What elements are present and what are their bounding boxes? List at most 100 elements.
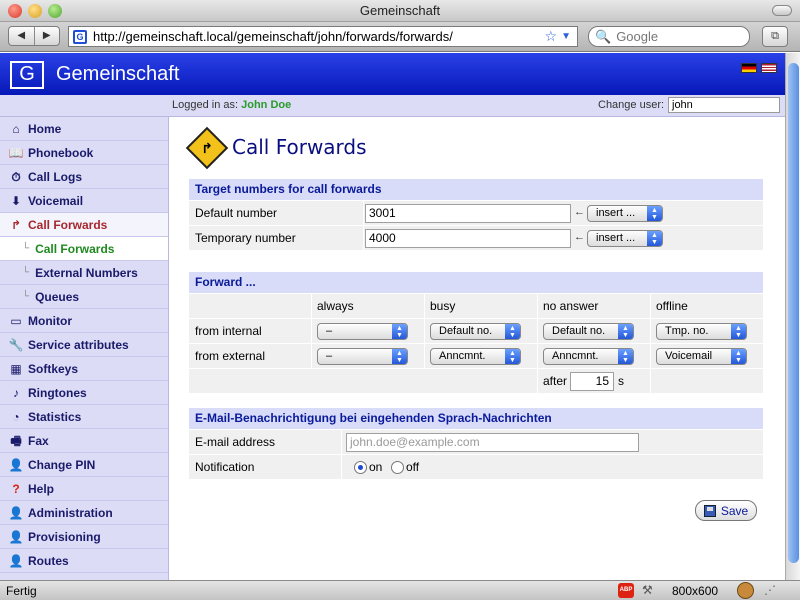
- greasemonkey-icon[interactable]: [737, 582, 754, 599]
- temporary-number-insert-select[interactable]: insert ... ▲ ▼: [587, 230, 663, 247]
- timeout-seconds-input[interactable]: 15: [570, 372, 614, 391]
- resolution-indicator[interactable]: 800x600: [672, 584, 718, 598]
- softkeys-icon: ▦: [10, 361, 22, 376]
- logged-in-info: Logged in as: John Doe: [172, 99, 291, 111]
- user-bar: Logged in as: John Doe Change user: john: [0, 95, 785, 117]
- sidebar-item-provisioning[interactable]: 👤 Provisioning: [0, 525, 168, 549]
- select-arrows-icon: ▲ ▼: [731, 349, 746, 364]
- sidebar-item-change-pin[interactable]: 👤 Change PIN: [0, 453, 168, 477]
- sidebar-item-softkeys[interactable]: ▦ Softkeys: [0, 357, 168, 381]
- change-user-label: Change user:: [598, 99, 665, 111]
- bookmark-star-icon[interactable]: ☆: [545, 28, 558, 45]
- external-no-answer-select[interactable]: Anncmnt. ▲ ▼: [543, 348, 634, 365]
- english-flag-icon[interactable]: [761, 63, 777, 73]
- sidebar-item-monitor[interactable]: ▭ Monitor: [0, 309, 168, 333]
- select-arrows-icon: ▲ ▼: [618, 324, 633, 339]
- default-number-input[interactable]: 3001: [365, 204, 571, 223]
- select-arrows-icon: ▲ ▼: [392, 324, 407, 339]
- forward-section: Forward ... always busy no answer offlin…: [189, 272, 763, 393]
- vertical-scrollbar[interactable]: [785, 53, 800, 580]
- notification-on-label[interactable]: on: [369, 460, 382, 474]
- sidebar-item-administration[interactable]: 👤 Administration: [0, 501, 168, 525]
- internal-always-select[interactable]: – ▲ ▼: [317, 323, 408, 340]
- tools-icon[interactable]: ⚒: [642, 583, 653, 597]
- email-notification-section: E-Mail-Benachrichtigung bei eingehenden …: [189, 408, 763, 479]
- back-button[interactable]: ◀: [9, 27, 35, 45]
- external-always-select[interactable]: – ▲ ▼: [317, 348, 408, 365]
- sidebar-subitem-queues[interactable]: └ Queues: [0, 285, 168, 309]
- ringtones-icon: ♪: [13, 385, 19, 400]
- sidebar-item-fax[interactable]: 🖷 Fax: [0, 429, 168, 453]
- resize-grip-icon[interactable]: ⋰: [764, 583, 776, 597]
- statistics-icon: ◔: [12, 409, 20, 424]
- page-header: ↱ Call Forwards: [185, 126, 367, 170]
- select-arrows-icon: ▲ ▼: [618, 349, 633, 364]
- administration-icon: 👤: [8, 505, 24, 520]
- change-user-input[interactable]: john: [668, 97, 780, 113]
- default-number-insert-select[interactable]: insert ... ▲ ▼: [587, 205, 663, 222]
- sidebar-item-label: Statistics: [28, 409, 82, 424]
- sidebar-item-label: Home: [28, 121, 62, 136]
- sidebar-item-voicemail[interactable]: ⬇ Voicemail: [0, 189, 168, 213]
- notification-row: Notification on off: [189, 454, 763, 479]
- scrollbar-thumb[interactable]: [788, 63, 799, 563]
- sidebar-item-ringtones[interactable]: ♪ Ringtones: [0, 381, 168, 405]
- sidebar-item-label: Service attributes: [28, 337, 129, 352]
- internal-no-answer-select[interactable]: Default no. ▲ ▼: [543, 323, 634, 340]
- logged-in-label: Logged in as:: [172, 99, 239, 111]
- column-busy: busy: [430, 299, 456, 313]
- call-forward-sign-icon: ↱: [185, 126, 229, 170]
- sidebar-item-label: Administration: [28, 505, 113, 520]
- page-title: Call Forwards: [232, 135, 367, 159]
- sidebar-subitem-call-forwards[interactable]: └ Call Forwards: [0, 237, 168, 261]
- zoom-window-button[interactable]: [48, 4, 62, 18]
- url-dropdown-icon[interactable]: ▼: [561, 31, 571, 42]
- adblock-icon[interactable]: ABP: [618, 583, 634, 598]
- status-text: Fertig: [6, 584, 37, 598]
- sidebar-item-service-attributes[interactable]: 🔧 Service attributes: [0, 333, 168, 357]
- forward-button[interactable]: ▶: [35, 27, 60, 45]
- sidebar-item-call-logs[interactable]: ⏱ Call Logs: [0, 165, 168, 189]
- search-input[interactable]: 🔍 Google: [588, 26, 750, 47]
- email-address-input[interactable]: john.doe@example.com: [346, 433, 639, 452]
- temporary-number-row: Temporary number 4000 ← insert ... ▲ ▼: [189, 225, 763, 250]
- external-offline-select[interactable]: Voicemail ▲ ▼: [656, 348, 747, 365]
- select-arrows-icon: ▲ ▼: [505, 324, 520, 339]
- internal-offline-select[interactable]: Tmp. no. ▲ ▼: [656, 323, 747, 340]
- url-bar[interactable]: G http://gemeinschaft.local/gemeinschaft…: [68, 26, 578, 47]
- notification-on-radio[interactable]: [354, 461, 367, 474]
- sidebar: ⌂ Home 📖 Phonebook ⏱ Call Logs ⬇ Voicemail ↱…: [0, 117, 169, 580]
- german-flag-icon[interactable]: [741, 63, 757, 73]
- arrow-left-icon: ←: [574, 206, 585, 218]
- external-busy-select[interactable]: Anncmnt. ▲ ▼: [430, 348, 521, 365]
- call-logs-icon: ⏱: [11, 169, 21, 184]
- page-menu-button[interactable]: ⧉: [762, 26, 788, 47]
- save-button[interactable]: Save: [695, 500, 757, 521]
- sidebar-item-label: Call Logs: [28, 169, 83, 184]
- routes-icon: 👤: [8, 553, 24, 568]
- notification-off-radio[interactable]: [391, 461, 404, 474]
- window-title: Gemeinschaft: [359, 3, 441, 18]
- browser-toolbar: ◀ ▶ G http://gemeinschaft.local/gemeinsc…: [0, 22, 800, 52]
- sidebar-item-label: Help: [28, 481, 55, 496]
- sidebar-item-phonebook[interactable]: 📖 Phonebook: [0, 141, 168, 165]
- arrow-left-icon: ←: [574, 231, 585, 243]
- sidebar-item-routes[interactable]: 👤 Routes: [0, 549, 168, 573]
- select-arrows-icon: ▲ ▼: [647, 231, 662, 246]
- minimize-window-button[interactable]: [28, 4, 42, 18]
- url-text[interactable]: http://gemeinschaft.local/gemeinschaft/j…: [93, 29, 545, 44]
- sidebar-item-statistics[interactable]: ◔ Statistics: [0, 405, 168, 429]
- close-window-button[interactable]: [8, 4, 22, 18]
- sidebar-item-help[interactable]: ? Help: [0, 477, 168, 501]
- sidebar-item-call-forwards[interactable]: ↱ Call Forwards: [0, 213, 168, 237]
- toolbar-toggle-button[interactable]: [772, 5, 792, 16]
- window-titlebar: Gemeinschaft: [0, 0, 800, 22]
- logged-in-user: John Doe: [241, 99, 292, 111]
- notification-off-label[interactable]: off: [406, 460, 419, 474]
- from-internal-row: from internal – ▲ ▼ Default no. ▲ ▼ Default …: [189, 318, 763, 343]
- sidebar-item-home[interactable]: ⌂ Home: [0, 117, 168, 141]
- sidebar-subitem-external-numbers[interactable]: └ External Numbers: [0, 261, 168, 285]
- internal-busy-select[interactable]: Default no. ▲ ▼: [430, 323, 521, 340]
- sidebar-item-label: Ringtones: [28, 385, 87, 400]
- temporary-number-input[interactable]: 4000: [365, 229, 571, 248]
